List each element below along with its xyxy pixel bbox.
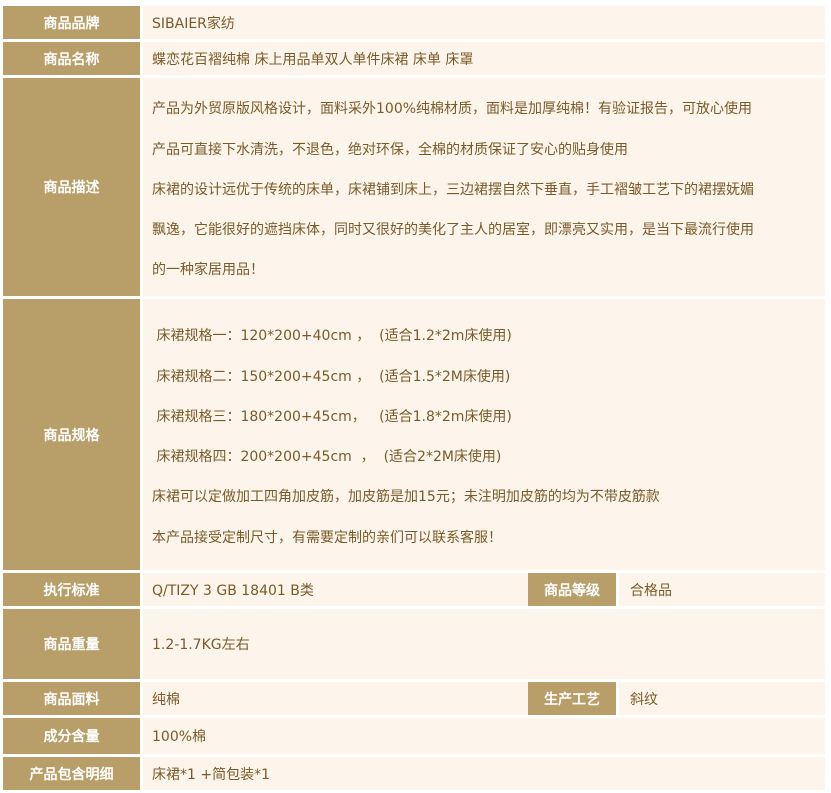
description-label: 商品描述 — [3, 78, 140, 296]
product-spec-table: 商品品牌 SIBAIER家纺 商品名称 蝶恋花百褶纯棉 床上用品单双人单件床裙 … — [0, 0, 831, 793]
craft-value: 斜纹 — [619, 682, 825, 715]
content-value: 100%棉 — [143, 718, 825, 754]
brand-value: SIBAIER家纺 — [143, 6, 825, 39]
grade-value: 合格品 — [619, 573, 825, 606]
description-line: 产品为外贸原版风格设计，面料采外100%纯棉材质，面料是加厚纯棉！有验证报告，可… — [152, 101, 753, 117]
brand-label: 商品品牌 — [3, 6, 140, 39]
spec-line: 床裙可以定做加工四角加皮筋，加皮筋是加15元；未注明加皮筋的均为不带皮筋款 — [152, 489, 660, 505]
fabric-value: 纯棉 — [143, 682, 534, 715]
description-line: 的一种家居用品！ — [152, 262, 264, 278]
row-fabric: 商品面料 纯棉 生产工艺 斜纹 — [0, 682, 831, 715]
row-package: 产品包含明细 床裙*1 +简包装*1 — [0, 757, 831, 790]
description-value: 产品为外贸原版风格设计，面料采外100%纯棉材质，面料是加厚纯棉！有验证报告，可… — [143, 78, 825, 296]
spec-line: 床裙规格四：200*200+45cm ， (适合2*2M床使用) — [152, 449, 502, 465]
row-spec: 商品规格 床裙规格一：120*200+40cm ， (适合1.2*2m床使用) … — [0, 299, 831, 570]
grade-label: 商品等级 — [528, 573, 616, 606]
spec-label: 商品规格 — [3, 299, 140, 570]
row-product-name: 商品名称 蝶恋花百褶纯棉 床上用品单双人单件床裙 床单 床罩 — [0, 42, 831, 75]
spec-line: 床裙规格三：180*200+45cm， (适合1.8*2m床使用) — [152, 409, 512, 425]
row-description: 商品描述 产品为外贸原版风格设计，面料采外100%纯棉材质，面料是加厚纯棉！有验… — [0, 78, 831, 296]
spec-line: 床裙规格一：120*200+40cm ， (适合1.2*2m床使用) — [152, 328, 512, 344]
spec-line: 床裙规格二：150*200+45cm ， (适合1.5*2M床使用) — [152, 369, 511, 385]
package-label: 产品包含明细 — [3, 757, 140, 790]
description-line: 飘逸，它能很好的遮挡床体，同时又很好的美化了主人的居室，即漂亮又实用，是当下最流… — [152, 222, 754, 238]
fabric-label: 商品面料 — [3, 682, 140, 715]
package-value: 床裙*1 +简包装*1 — [143, 757, 825, 790]
row-weight: 商品重量 1.2-1.7KG左右 — [0, 609, 831, 679]
craft-label: 生产工艺 — [528, 682, 616, 715]
description-line: 产品可直接下水清洗，不退色，绝对环保，全棉的材质保证了安心的贴身使用 — [152, 142, 628, 158]
spec-value: 床裙规格一：120*200+40cm ， (适合1.2*2m床使用) 床裙规格二… — [143, 299, 825, 570]
row-brand: 商品品牌 SIBAIER家纺 — [0, 6, 831, 39]
standard-value: Q/TIZY 3 GB 18401 B类 — [143, 573, 534, 606]
weight-label: 商品重量 — [3, 609, 140, 679]
product-name-label: 商品名称 — [3, 42, 140, 75]
description-line: 床裙的设计远优于传统的床单，床裙铺到床上，三边裙摆自然下垂直，手工褶皱工艺下的裙… — [152, 182, 754, 198]
weight-value: 1.2-1.7KG左右 — [143, 609, 825, 679]
spec-line: 本产品接受定制尺寸，有需要定制的亲们可以联系客服！ — [152, 530, 502, 546]
row-content: 成分含量 100%棉 — [0, 718, 831, 754]
standard-label: 执行标准 — [3, 573, 140, 606]
content-label: 成分含量 — [3, 718, 140, 754]
row-standard: 执行标准 Q/TIZY 3 GB 18401 B类 商品等级 合格品 — [0, 573, 831, 606]
product-name-value: 蝶恋花百褶纯棉 床上用品单双人单件床裙 床单 床罩 — [143, 42, 825, 75]
